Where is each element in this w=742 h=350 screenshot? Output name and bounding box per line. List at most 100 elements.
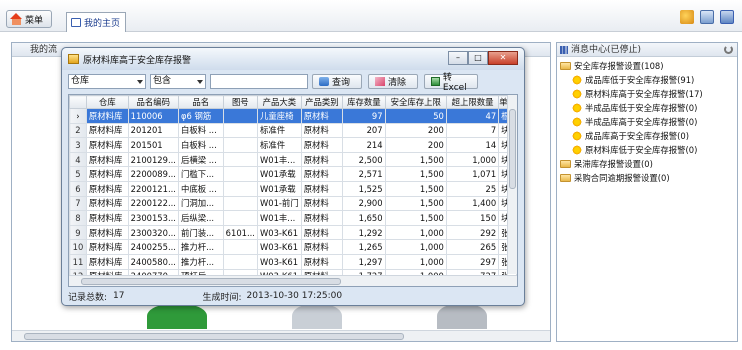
row-number-cell: 9 [69,224,87,241]
query-button[interactable]: 查询 [312,73,362,89]
table-row[interactable]: 11 原材料库 2400580... 推力杆... W03-K61 原材料 1,297 1,0… [69,253,517,270]
menu-button[interactable]: 菜单 [6,10,52,28]
column-header[interactable] [69,95,87,109]
chevron-down-icon [137,79,143,84]
table-cell: 1,000 [384,224,447,241]
query-button-label: 查询 [332,77,351,88]
table-cell: 14 [445,137,500,153]
alert-data-grid: 仓库品名编码品名图号产品大类产品类别库存数量安全库存上限超上限数量单位 ›原材料… [68,94,518,287]
column-header[interactable]: 产品大类 [256,95,302,109]
table-cell: 原材料 [300,224,344,241]
tree-item-label: 呆滞库存报警设置(0) [574,159,653,169]
record-count-label: 记录总数: [68,292,108,303]
table-cell: 原材料库 [85,122,129,139]
table-cell: 1,500 [384,151,447,168]
table-cell: 标准件 [256,137,302,153]
table-row[interactable]: 4 原材料库 2100129... 后横梁 ... W01丰... 原材料 2,500 1,5… [69,151,517,168]
table-cell: 50 [384,108,447,124]
table-cell: 2400580... [127,253,179,270]
maximize-button[interactable]: □ [468,51,488,65]
field-select-value: 仓库 [71,75,90,86]
table-cell: 原材料 [300,195,344,212]
export-excel-button[interactable]: 转Excel [424,73,478,93]
table-row[interactable]: 5 原材料库 2200089... 门槛下... W01承载 原材料 2,571 1,500 1… [69,166,517,182]
close-button[interactable]: ✕ [488,51,518,65]
table-row[interactable]: 7 原材料库 2200122... 门洞加... W01-前门 原材料 2,900 1,500… [69,195,517,212]
row-number-cell: 8 [69,210,87,226]
table-cell: 2300320... [127,224,179,241]
tree-item[interactable]: 采购合同逾期报警设置(0) [560,171,737,185]
workspace-horizontal-scrollbar[interactable] [12,330,550,341]
table-cell: 原材料 [300,180,344,197]
tree-item[interactable]: 呆滞库存报警设置(0) [560,157,737,171]
row-number-cell: 4 [69,151,87,168]
grid-vertical-scrollbar[interactable] [507,95,517,274]
table-cell: 2,900 [342,195,386,212]
table-cell: 1,500 [384,180,447,197]
column-header[interactable]: 产品类别 [300,95,344,109]
column-header[interactable]: 品名 [177,95,224,109]
refresh-icon[interactable] [724,45,733,54]
tree-item-label: 半成品库低于安全库存报警(0) [585,103,698,113]
table-cell: 原材料库 [85,180,129,197]
table-row[interactable]: 10 原材料库 2400255... 推力杆... W03-K61 原材料 1,265 1,0… [69,239,517,255]
tree-item[interactable]: 成品库低于安全库存报警(91) [560,73,737,87]
window-icon[interactable] [700,10,714,24]
table-cell: 原材料库 [85,195,129,212]
operator-select-value: 包含 [153,75,172,86]
field-select[interactable]: 仓库 [68,73,146,89]
tree-item[interactable]: 安全库存报警设置(108) [560,59,737,73]
logout-icon[interactable] [720,10,734,24]
table-row[interactable]: 8 原材料库 2300153... 后纵梁... W01丰... 原材料 1,650 1,50… [69,210,517,226]
table-header-row: 仓库品名编码品名图号产品大类产品类别库存数量安全库存上限超上限数量单位 [69,95,517,109]
tree-item[interactable]: 半成品库高于安全库存报警(0) [560,115,737,129]
table-row[interactable]: 6 原材料库 2200121... 中底板 ... W01承载 原材料 1,525 1,500… [69,180,517,197]
row-number-cell: 3 [69,137,87,153]
table-row[interactable]: 9 原材料库 2300320... 前门装... 6101... W03-K61 原材料 1,… [69,224,517,241]
operator-select[interactable]: 包含 [150,73,206,89]
workspace-graphic-icon [292,303,342,329]
column-header[interactable]: 超上限数量 [445,95,500,109]
column-header[interactable]: 安全库存上限 [384,95,447,109]
table-cell: 儿童座椅 [256,108,302,124]
table-row[interactable]: 3 原材料库 201501 白板料 ... 标准件 原材料 214 200 14 块 [69,137,517,153]
table-cell: 292 [445,224,500,241]
tools-icon[interactable] [680,10,694,24]
folder-icon [560,160,571,168]
table-cell: W03-K61 [256,224,302,241]
dialog-title: 原材料库高于安全库存报警 [83,55,192,66]
grid-horizontal-scrollbar[interactable] [69,275,517,286]
table-cell: 1,000 [445,151,500,168]
tree-item[interactable]: 半成品库低于安全库存报警(0) [560,101,737,115]
tab-home[interactable]: 我的主页 [66,12,126,32]
column-header[interactable]: 品名编码 [127,95,179,109]
workspace-graphic-icon [437,303,487,329]
tree-item[interactable]: 成品库高于安全库存报警(0) [560,129,737,143]
column-header[interactable]: 图号 [222,95,258,109]
table-cell: W01-前门 [256,195,302,212]
workspace-graphic-icon [147,303,207,329]
table-cell: W01丰... [256,210,302,226]
table-row[interactable]: › 原材料库 110006 φ6 钢筋 儿童座椅 原材料 97 50 47 根 [69,108,517,124]
chart-icon [560,46,568,54]
tab-home-label: 我的主页 [84,19,121,29]
table-cell: 2,571 [342,166,386,182]
search-input[interactable] [210,73,308,89]
tree-item-label: 半成品库高于安全库存报警(0) [585,117,698,127]
column-header[interactable]: 库存数量 [342,95,386,109]
table-cell: 297 [445,253,500,270]
table-cell: 推力杆... [177,253,224,270]
tree-item[interactable]: 原材料库低于安全库存报警(0) [560,143,737,157]
clear-button[interactable]: 清除 [368,73,418,89]
tree-item[interactable]: 原材料库高于安全库存报警(17) [560,87,737,101]
report-icon [68,54,79,64]
table-row[interactable]: 2 原材料库 201201 白板料 ... 标准件 原材料 207 200 7 块 [69,122,517,139]
dialog-title-bar[interactable]: 原材料库高于安全库存报警 – □ ✕ [62,48,524,70]
column-header[interactable]: 仓库 [85,95,129,109]
table-cell: 2,500 [342,151,386,168]
table-cell: 2100129... [127,151,179,168]
home-icon [10,13,23,25]
tree-item-label: 成品库高于安全库存报警(0) [585,131,689,141]
table-cell: 207 [342,122,386,139]
minimize-button[interactable]: – [448,51,468,65]
